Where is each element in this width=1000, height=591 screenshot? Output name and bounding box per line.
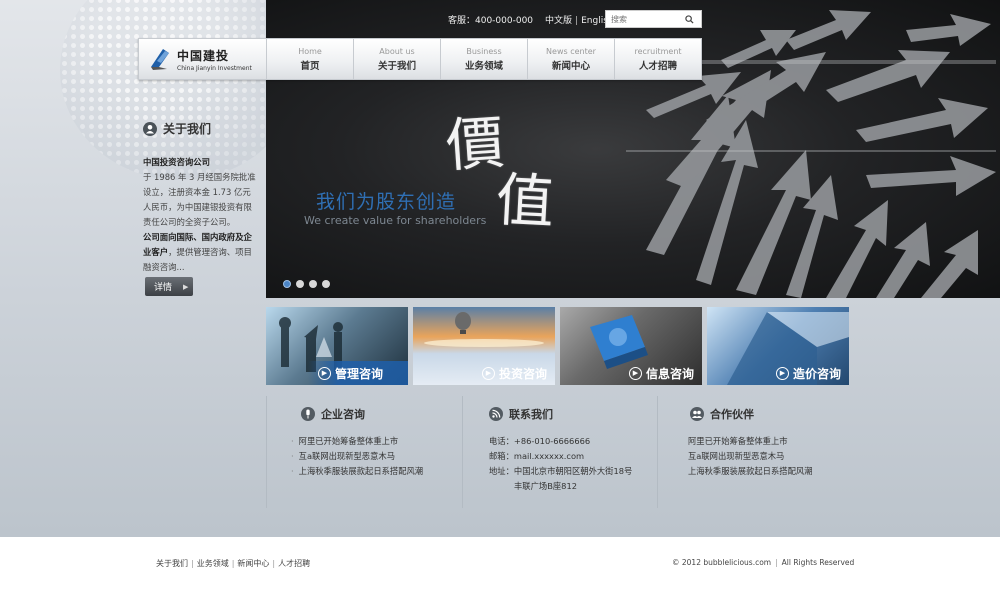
enterprise-column: 企业咨询 阿里已开始筹备整体重上市 互a联网出现新型恶意木马 上海秋季服装展款起…: [266, 396, 462, 508]
copyright-text: © 2012 bubblelicious.com: [672, 558, 772, 567]
logo-icon: [149, 47, 171, 71]
copyright: © 2012 bubblelicious.com | All Rights Rese…: [672, 558, 855, 567]
contact-phone: 电话：+86-010-6666666: [489, 436, 591, 446]
arrow-circle-icon: ▶: [481, 366, 495, 380]
contact-column: 联系我们 电话：+86-010-6666666 邮箱：mail.xxxxxx.c…: [462, 396, 657, 508]
arrow-circle-icon: ▶: [318, 366, 331, 380]
contact-address-2: 丰联广场B座812: [514, 481, 578, 491]
details-button-label: 详情: [154, 283, 173, 293]
nav-label-cn: 关于我们: [377, 60, 416, 72]
about-company: 中国投资咨询公司: [143, 157, 210, 167]
slider-dots: [283, 280, 330, 288]
list-item[interactable]: 互a联网出现新型恶意木马: [688, 449, 812, 464]
details-button[interactable]: 详情 ▶: [145, 277, 193, 296]
calligraphy-char-1: 價: [443, 108, 507, 180]
service-tile-costing[interactable]: ▶ 造价咨询: [707, 307, 849, 385]
nav-label-en: Business: [466, 46, 502, 56]
nav-item-recruitment[interactable]: recruitment 人才招聘: [615, 39, 701, 79]
partners-title: 合作伙伴: [690, 406, 754, 422]
language-switch: 中文版 | English: [545, 15, 614, 26]
about-paragraph-1: 于 1986 年 3 月经国务院批准设立，注册资本金 1.73 亿元人民币，为中…: [143, 172, 256, 227]
calligraphy-char-2: 值: [494, 165, 556, 237]
search-icon[interactable]: [682, 12, 696, 26]
about-title: 关于我们: [143, 120, 258, 137]
footer-link-news[interactable]: 新闻中心: [237, 559, 269, 568]
logo-name-cn: 中国建投: [177, 48, 230, 63]
service-label: ▶ 管理咨询: [308, 361, 408, 385]
nav-item-about[interactable]: About us 关于我们: [354, 39, 441, 79]
service-tile-management[interactable]: ▶ 管理咨询: [266, 307, 408, 385]
search-input[interactable]: [606, 12, 682, 26]
play-arrow-icon: ▶: [183, 282, 189, 291]
nav-label-en: Home: [298, 46, 322, 56]
slider-dot-3[interactable]: [309, 280, 317, 288]
contact-list: 电话：+86-010-6666666 邮箱：mail.xxxxxx.com 地址…: [489, 434, 632, 494]
arrow-circle-icon: ▶: [628, 366, 642, 380]
service-label-text: 投资咨询: [498, 366, 547, 381]
footer-link-business[interactable]: 业务领域: [197, 559, 229, 568]
microphone-icon: [301, 407, 315, 421]
logo-name-en: China Jianyin Investment: [177, 64, 252, 72]
list-item[interactable]: 上海秋季服装展款起日系搭配风潮: [299, 464, 423, 479]
footer-links: 关于我们 | 业务领域 | 新闻中心 | 人才招聘: [156, 559, 311, 568]
footer: 关于我们 | 业务领域 | 新闻中心 | 人才招聘 © 2012 bubblelicious…: [0, 537, 1000, 591]
slider-dot-1[interactable]: [283, 280, 291, 288]
list-item[interactable]: 上海秋季服装展款起日系搭配风潮: [688, 464, 812, 479]
service-tile-investment[interactable]: ▶ 投资咨询: [413, 307, 555, 385]
banner-headline: 我们为股东创造: [316, 191, 457, 213]
nav-label-cn: 人才招聘: [638, 60, 677, 72]
topbar: 客服：400-000-000 中文版 | English: [448, 10, 614, 28]
slider-dot-4[interactable]: [322, 280, 330, 288]
arrow-circle-icon: ▶: [775, 366, 789, 380]
users-icon: [690, 407, 704, 421]
service-tile-information[interactable]: ▶ 信息咨询: [560, 307, 702, 385]
about-section: 关于我们 中国投资咨询公司 于 1986 年 3 月经国务院批准设立，注册资本金…: [143, 120, 258, 275]
nav-label-en: News center: [546, 46, 596, 56]
about-title-text: 关于我们: [163, 122, 212, 136]
nav-label-cn: 业务领域: [464, 60, 503, 72]
slider-dot-2[interactable]: [296, 280, 304, 288]
search-box: [605, 10, 702, 28]
contact-title-text: 联系我们: [509, 408, 553, 421]
about-body: 中国投资咨询公司 于 1986 年 3 月经国务院批准设立，注册资本金 1.73…: [143, 155, 258, 275]
service-label: ▶ 造价咨询: [766, 361, 849, 385]
hotline-text: 客服：400-000-000: [448, 15, 534, 26]
nav-label-cn: 新闻中心: [551, 60, 590, 72]
list-item[interactable]: 阿里已开始筹备整体重上市: [299, 434, 423, 449]
rss-icon: [489, 407, 503, 421]
logo[interactable]: 中国建投 China Jianyin Investment: [139, 39, 267, 79]
enterprise-title-text: 企业咨询: [321, 408, 365, 421]
service-label-text: 信息咨询: [645, 366, 694, 381]
enterprise-list: 阿里已开始筹备整体重上市 互a联网出现新型恶意木马 上海秋季服装展款起日系搭配风…: [299, 434, 423, 479]
partners-title-text: 合作伙伴: [710, 408, 754, 421]
list-item[interactable]: 阿里已开始筹备整体重上市: [688, 434, 812, 449]
nav-label-en: About us: [379, 46, 415, 56]
user-icon: [143, 121, 157, 136]
main-nav: 中国建投 China Jianyin Investment Home 首页 Ab…: [138, 38, 702, 80]
contact-address: 地址：中国北京市朝阳区朝外大街18号: [489, 466, 633, 476]
service-label-text: 造价咨询: [792, 366, 841, 381]
banner-subline: We create value for shareholders: [304, 214, 487, 227]
contact-email[interactable]: 邮箱：mail.xxxxxx.com: [489, 449, 632, 464]
nav-item-news[interactable]: News center 新闻中心: [528, 39, 615, 79]
enterprise-title: 企业咨询: [301, 406, 365, 422]
nav-label-en: recruitment: [634, 46, 682, 56]
lang-cn-link[interactable]: 中文版: [545, 16, 572, 26]
service-label: ▶ 信息咨询: [619, 361, 702, 385]
nav-item-business[interactable]: Business 业务领域: [441, 39, 528, 79]
contact-title: 联系我们: [489, 406, 553, 422]
service-label-text: 管理咨询: [335, 366, 384, 381]
partners-list: 阿里已开始筹备整体重上市 互a联网出现新型恶意木马 上海秋季服装展款起日系搭配风…: [688, 434, 812, 479]
rights-text: All Rights Reserved: [781, 558, 855, 567]
service-label: ▶ 投资咨询: [472, 361, 555, 385]
list-item[interactable]: 互a联网出现新型恶意木马: [299, 449, 423, 464]
footer-link-about[interactable]: 关于我们: [156, 559, 188, 568]
nav-label-cn: 首页: [300, 60, 320, 72]
partners-column: 合作伙伴 阿里已开始筹备整体重上市 互a联网出现新型恶意木马 上海秋季服装展款起…: [657, 396, 852, 508]
nav-item-home[interactable]: Home 首页: [267, 39, 354, 79]
footer-link-recruitment[interactable]: 人才招聘: [278, 559, 310, 568]
